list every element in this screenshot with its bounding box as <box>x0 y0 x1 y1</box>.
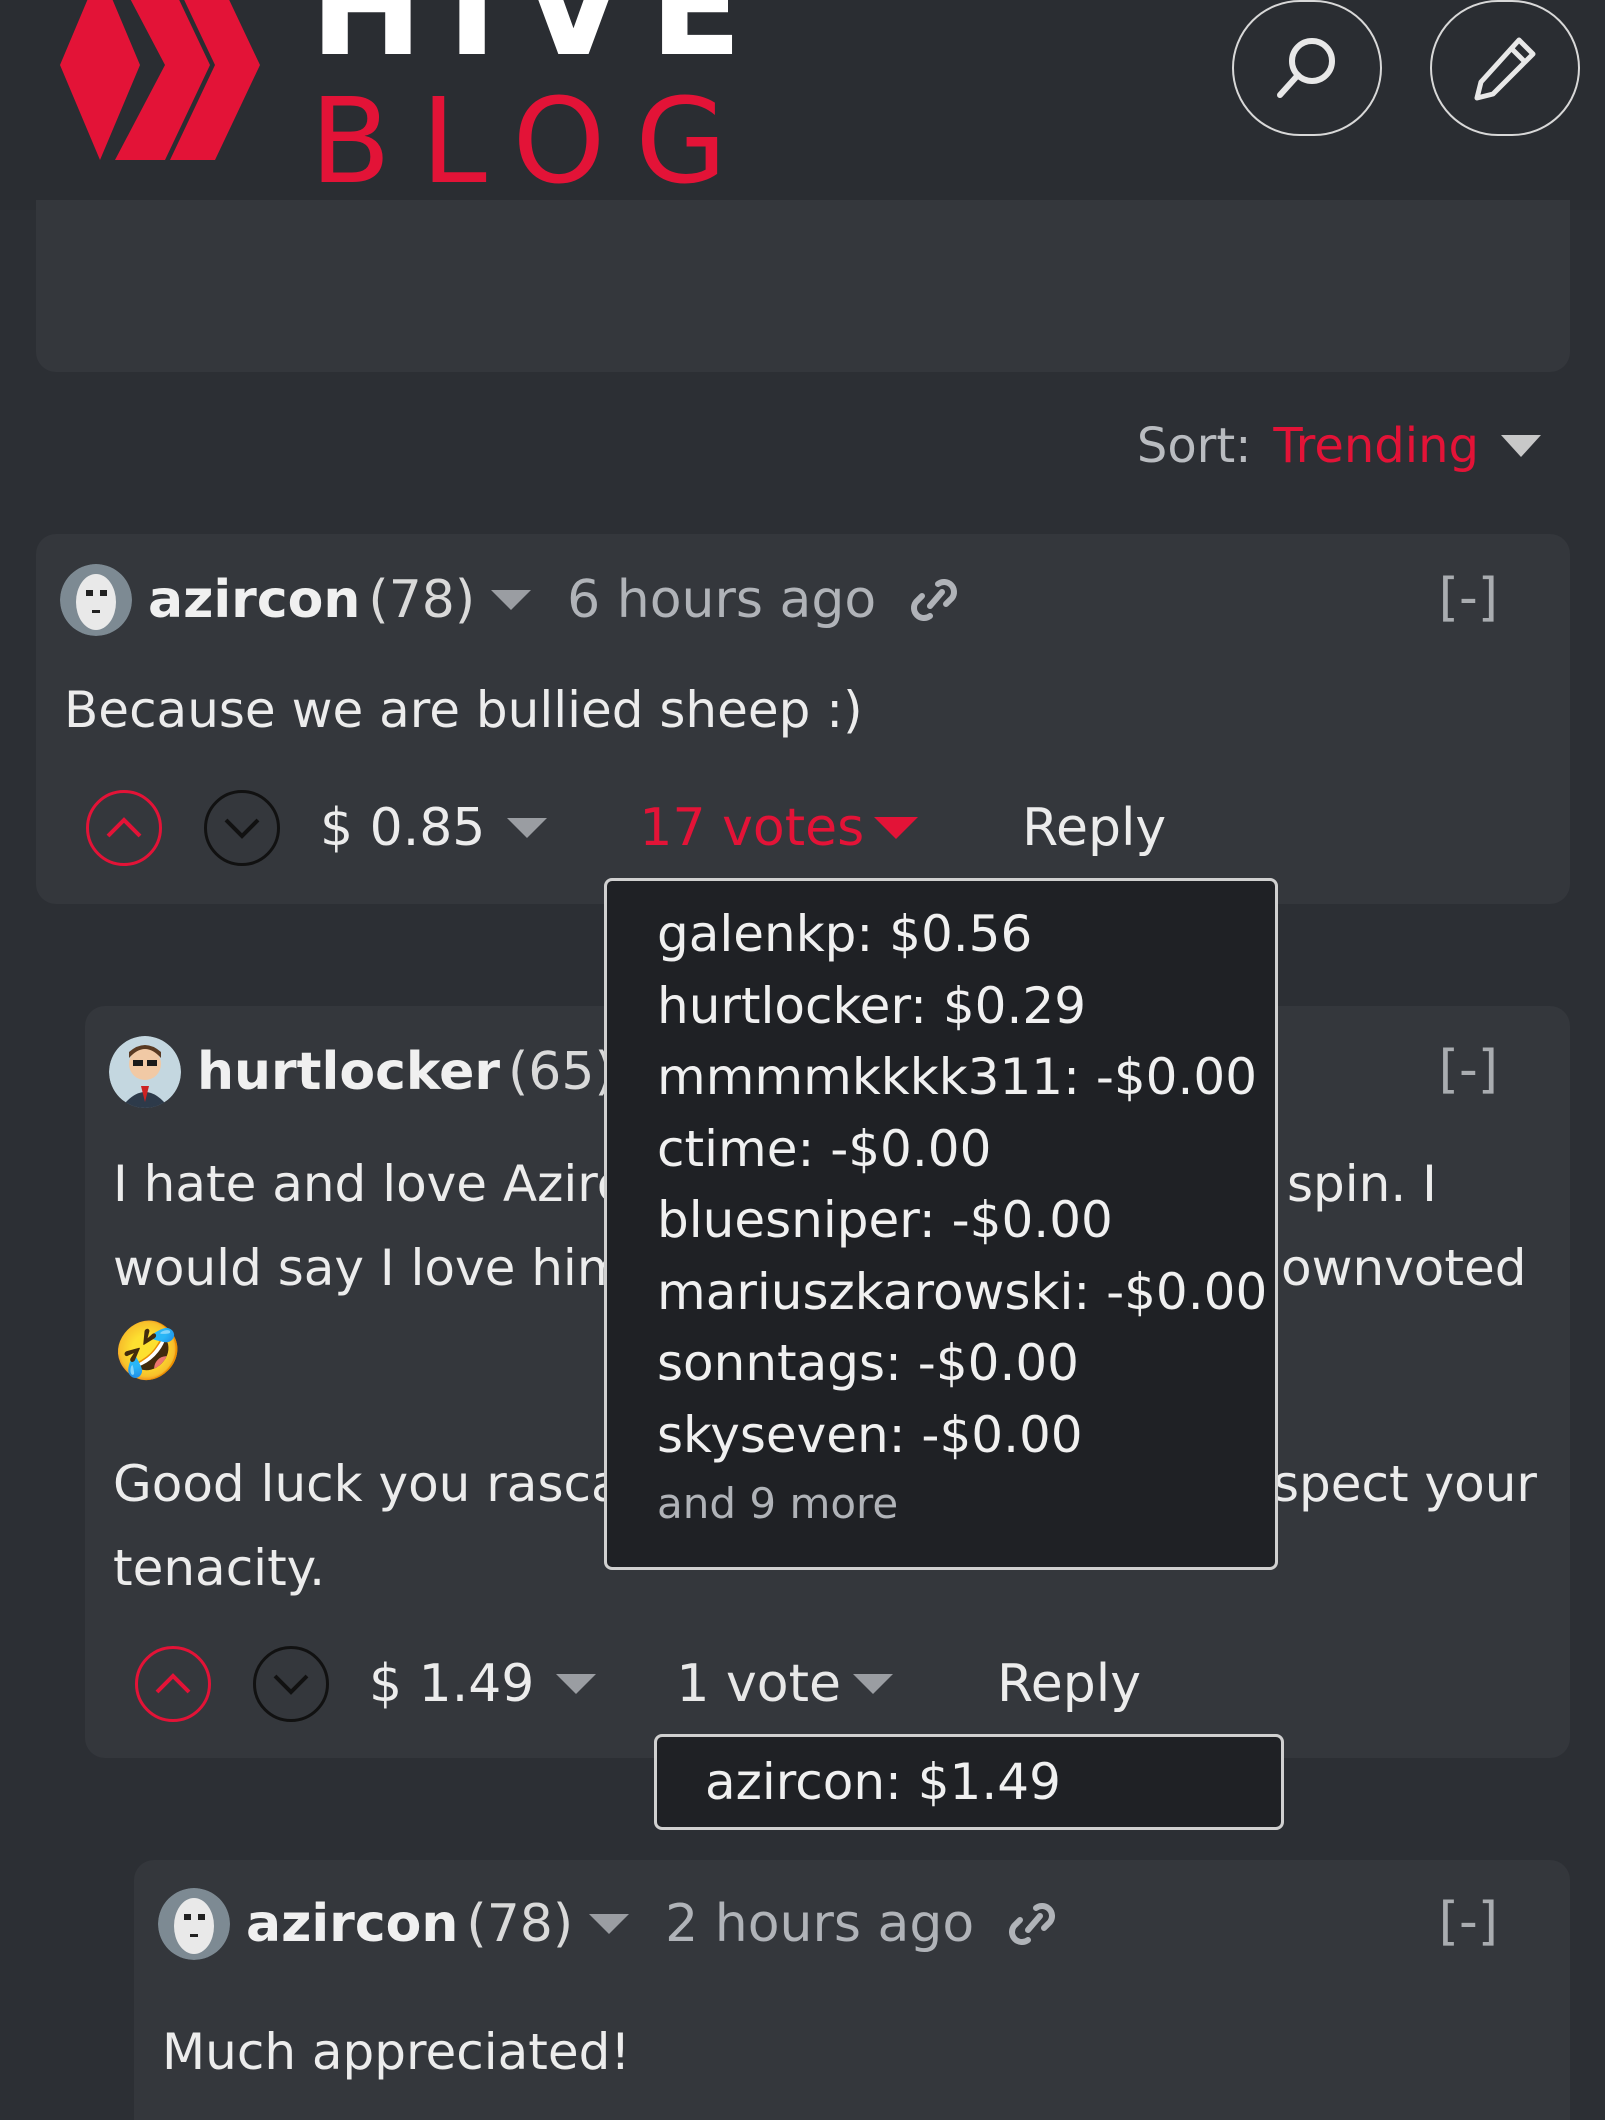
comment-card: azircon (78) 2 hours ago [-] Much apprec… <box>134 1860 1570 2120</box>
collapse-toggle[interactable]: [-] <box>1439 1040 1498 1100</box>
voters-popup: azircon: $1.49 <box>654 1734 1284 1830</box>
sort-selector[interactable]: Sort: Trending <box>1137 418 1541 474</box>
payout-value[interactable]: $ 0.85 <box>320 798 548 858</box>
voters-popup: galenkp: $0.56 hurtlocker: $0.29 mmmmkkk… <box>604 878 1278 1570</box>
avatar-image-icon <box>158 1888 230 1960</box>
voter-item[interactable]: skyseven: -$0.00 <box>657 1400 1275 1472</box>
search-icon <box>1277 38 1335 98</box>
avatar-image-icon <box>60 564 132 636</box>
votes-count[interactable]: 1 vote <box>676 1654 841 1714</box>
logo-text-hive[interactable]: HIVE <box>310 0 766 75</box>
author-name[interactable]: hurtlocker <box>197 1042 500 1102</box>
comment-body-line: tenacity. <box>113 1539 326 1597</box>
downvote-button[interactable] <box>204 790 280 866</box>
reply-button[interactable]: Reply <box>1022 798 1166 858</box>
voter-item[interactable]: sonntags: -$0.00 <box>657 1328 1275 1400</box>
comment-body-line: Good luck you rascal. <box>113 1455 652 1513</box>
author-menu-caret-icon[interactable] <box>589 1914 630 1934</box>
comment-time[interactable]: 2 hours ago <box>665 1894 974 1954</box>
rofl-emoji: 🤣 <box>113 1319 183 1384</box>
votes-count[interactable]: 17 votes <box>639 798 864 858</box>
site-header: HIVE BLOG <box>0 0 1605 210</box>
upvote-button[interactable] <box>86 790 162 866</box>
avatar[interactable] <box>109 1036 181 1108</box>
comment-body: Much appreciated! <box>162 2023 631 2081</box>
voter-item[interactable]: azircon: $1.49 <box>705 1753 1061 1811</box>
author-reputation: (65) <box>508 1042 615 1102</box>
chevron-down-icon <box>273 1674 309 1695</box>
chevron-down-icon[interactable] <box>1501 435 1541 457</box>
author-reputation: (78) <box>368 570 476 630</box>
sort-value[interactable]: Trending <box>1273 418 1479 474</box>
payout-amount[interactable]: $ 0.85 <box>320 798 485 858</box>
voter-item[interactable]: ctime: -$0.00 <box>657 1114 1275 1186</box>
author-name[interactable]: azircon <box>148 570 360 630</box>
search-button[interactable] <box>1232 0 1382 136</box>
votes-caret-icon[interactable] <box>874 817 919 839</box>
author-menu-caret-icon[interactable] <box>491 590 532 610</box>
comment-body-line: spect your <box>1273 1455 1537 1513</box>
chevron-up-icon <box>155 1673 191 1694</box>
comment-body-line: spin. I <box>1287 1155 1437 1213</box>
voter-item[interactable]: bluesniper: -$0.00 <box>657 1185 1275 1257</box>
comment-actions: $ 1.49 1 vote Reply <box>135 1646 1141 1722</box>
link-icon[interactable] <box>1006 1896 1058 1952</box>
comment-body-line: ownvoted <box>1281 1239 1527 1297</box>
payout-caret-icon[interactable] <box>507 818 548 838</box>
comment-body-line: I hate and love Azirco <box>113 1155 655 1213</box>
author-reputation: (78) <box>466 1894 574 1954</box>
collapse-toggle[interactable]: [-] <box>1439 1892 1498 1952</box>
voter-item[interactable]: mmmmkkkk311: -$0.00 <box>657 1042 1275 1114</box>
comment-header: hurtlocker (65) <box>109 1036 671 1108</box>
upvote-button[interactable] <box>135 1646 211 1722</box>
create-post-button[interactable] <box>1430 0 1580 136</box>
link-icon[interactable] <box>908 572 960 628</box>
votes-toggle[interactable]: 17 votes <box>639 798 919 858</box>
voter-item[interactable]: hurtlocker: $0.29 <box>657 971 1275 1043</box>
comment-card: azircon (78) 6 hours ago [-] Because we … <box>36 534 1570 904</box>
logo-text-blog[interactable]: BLOG <box>310 82 757 200</box>
payout-value[interactable]: $ 1.49 <box>369 1654 597 1714</box>
payout-caret-icon[interactable] <box>556 1674 597 1694</box>
comment-body-line: would say I love him <box>113 1239 626 1297</box>
post-body-tail <box>36 200 1570 372</box>
voter-item[interactable]: galenkp: $0.56 <box>657 899 1275 971</box>
hive-logo-icon[interactable] <box>30 0 270 180</box>
comment-header: azircon (78) 2 hours ago <box>158 1888 1058 1960</box>
voter-item[interactable]: mariuszkarowski: -$0.00 <box>657 1257 1275 1329</box>
downvote-button[interactable] <box>253 1646 329 1722</box>
avatar[interactable] <box>158 1888 230 1960</box>
votes-caret-icon[interactable] <box>853 1674 893 1694</box>
comment-header: azircon (78) 6 hours ago <box>60 564 960 636</box>
avatar-image-icon <box>109 1036 181 1108</box>
chevron-up-icon <box>106 817 142 838</box>
author-name[interactable]: azircon <box>246 1894 458 1954</box>
more-voters: and 9 more <box>657 1479 899 1528</box>
pencil-icon <box>1474 37 1536 101</box>
payout-amount[interactable]: $ 1.49 <box>369 1654 534 1714</box>
chevron-down-icon <box>224 818 260 839</box>
comment-actions: $ 0.85 17 votes Reply <box>86 790 1166 866</box>
votes-toggle[interactable]: 1 vote <box>676 1654 893 1714</box>
sort-label: Sort: <box>1136 418 1252 474</box>
comment-body: Because we are bullied sheep :) <box>64 681 863 739</box>
reply-button[interactable]: Reply <box>997 1654 1141 1714</box>
avatar[interactable] <box>60 564 132 636</box>
collapse-toggle[interactable]: [-] <box>1439 568 1498 628</box>
comment-time[interactable]: 6 hours ago <box>567 570 876 630</box>
